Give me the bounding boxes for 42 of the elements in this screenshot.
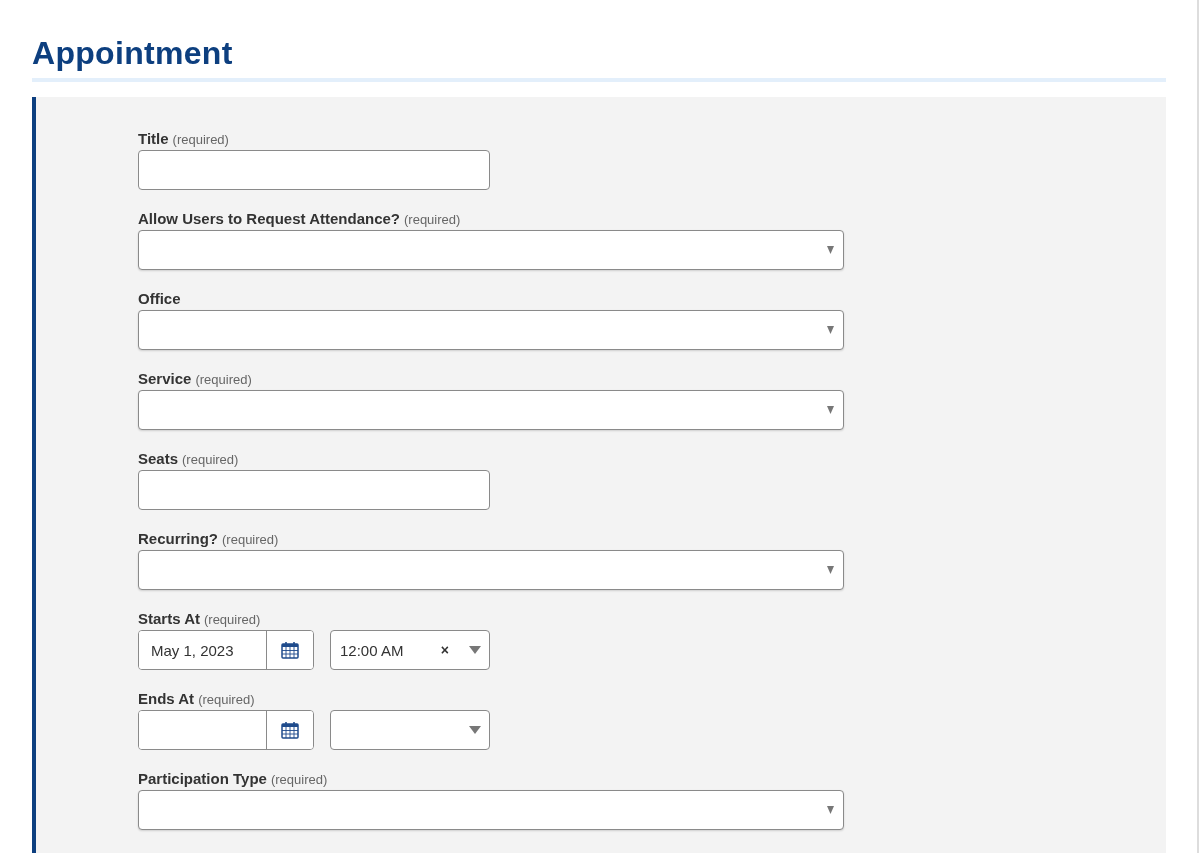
field-label: Office — [138, 290, 181, 307]
select-dropdown[interactable] — [138, 390, 844, 430]
select-dropdown[interactable] — [138, 310, 844, 350]
caret-icon — [827, 326, 834, 334]
calendar-icon — [281, 641, 299, 659]
date-picker[interactable]: May 1, 2023 — [138, 630, 314, 670]
date-picker[interactable] — [138, 710, 314, 750]
time-select[interactable]: 12:00 AM × — [330, 630, 490, 670]
caret-icon — [469, 646, 481, 654]
page-heading: Appointment — [32, 34, 1166, 82]
clear-button[interactable]: × — [438, 642, 451, 658]
caret-icon — [827, 246, 834, 254]
time-select[interactable] — [330, 710, 490, 750]
caret-icon — [827, 406, 834, 414]
field-label: Recurring? — [138, 530, 218, 547]
text-input[interactable] — [138, 150, 490, 190]
required-note: (required) — [203, 612, 261, 627]
field-label: Participation Type — [138, 770, 267, 787]
calendar-icon — [281, 721, 299, 739]
caret-icon — [469, 726, 481, 734]
field-label: Starts At — [138, 610, 200, 627]
required-note: (required) — [270, 772, 328, 787]
select-dropdown[interactable] — [138, 230, 844, 270]
field-label: Allow Users to Request Attendance? — [138, 210, 400, 227]
required-note: (required) — [404, 212, 461, 227]
field-label: Service — [138, 370, 192, 387]
field-label: Ends At — [138, 690, 195, 707]
caret-icon — [827, 806, 834, 814]
required-note: (required) — [198, 692, 255, 707]
caret-icon — [827, 566, 834, 574]
time-value: 12:00 AM — [340, 641, 405, 659]
required-note: (required) — [195, 372, 252, 387]
field-label: Title — [138, 130, 169, 147]
required-note: (required) — [172, 132, 229, 147]
select-dropdown[interactable] — [138, 790, 844, 830]
select-dropdown[interactable] — [138, 550, 844, 590]
calendar-button[interactable] — [266, 711, 313, 749]
required-note: (required) — [182, 452, 239, 467]
calendar-button[interactable] — [266, 631, 313, 669]
text-input[interactable] — [138, 470, 490, 510]
required-note: (required) — [222, 532, 279, 547]
field-label: Seats — [138, 450, 179, 467]
